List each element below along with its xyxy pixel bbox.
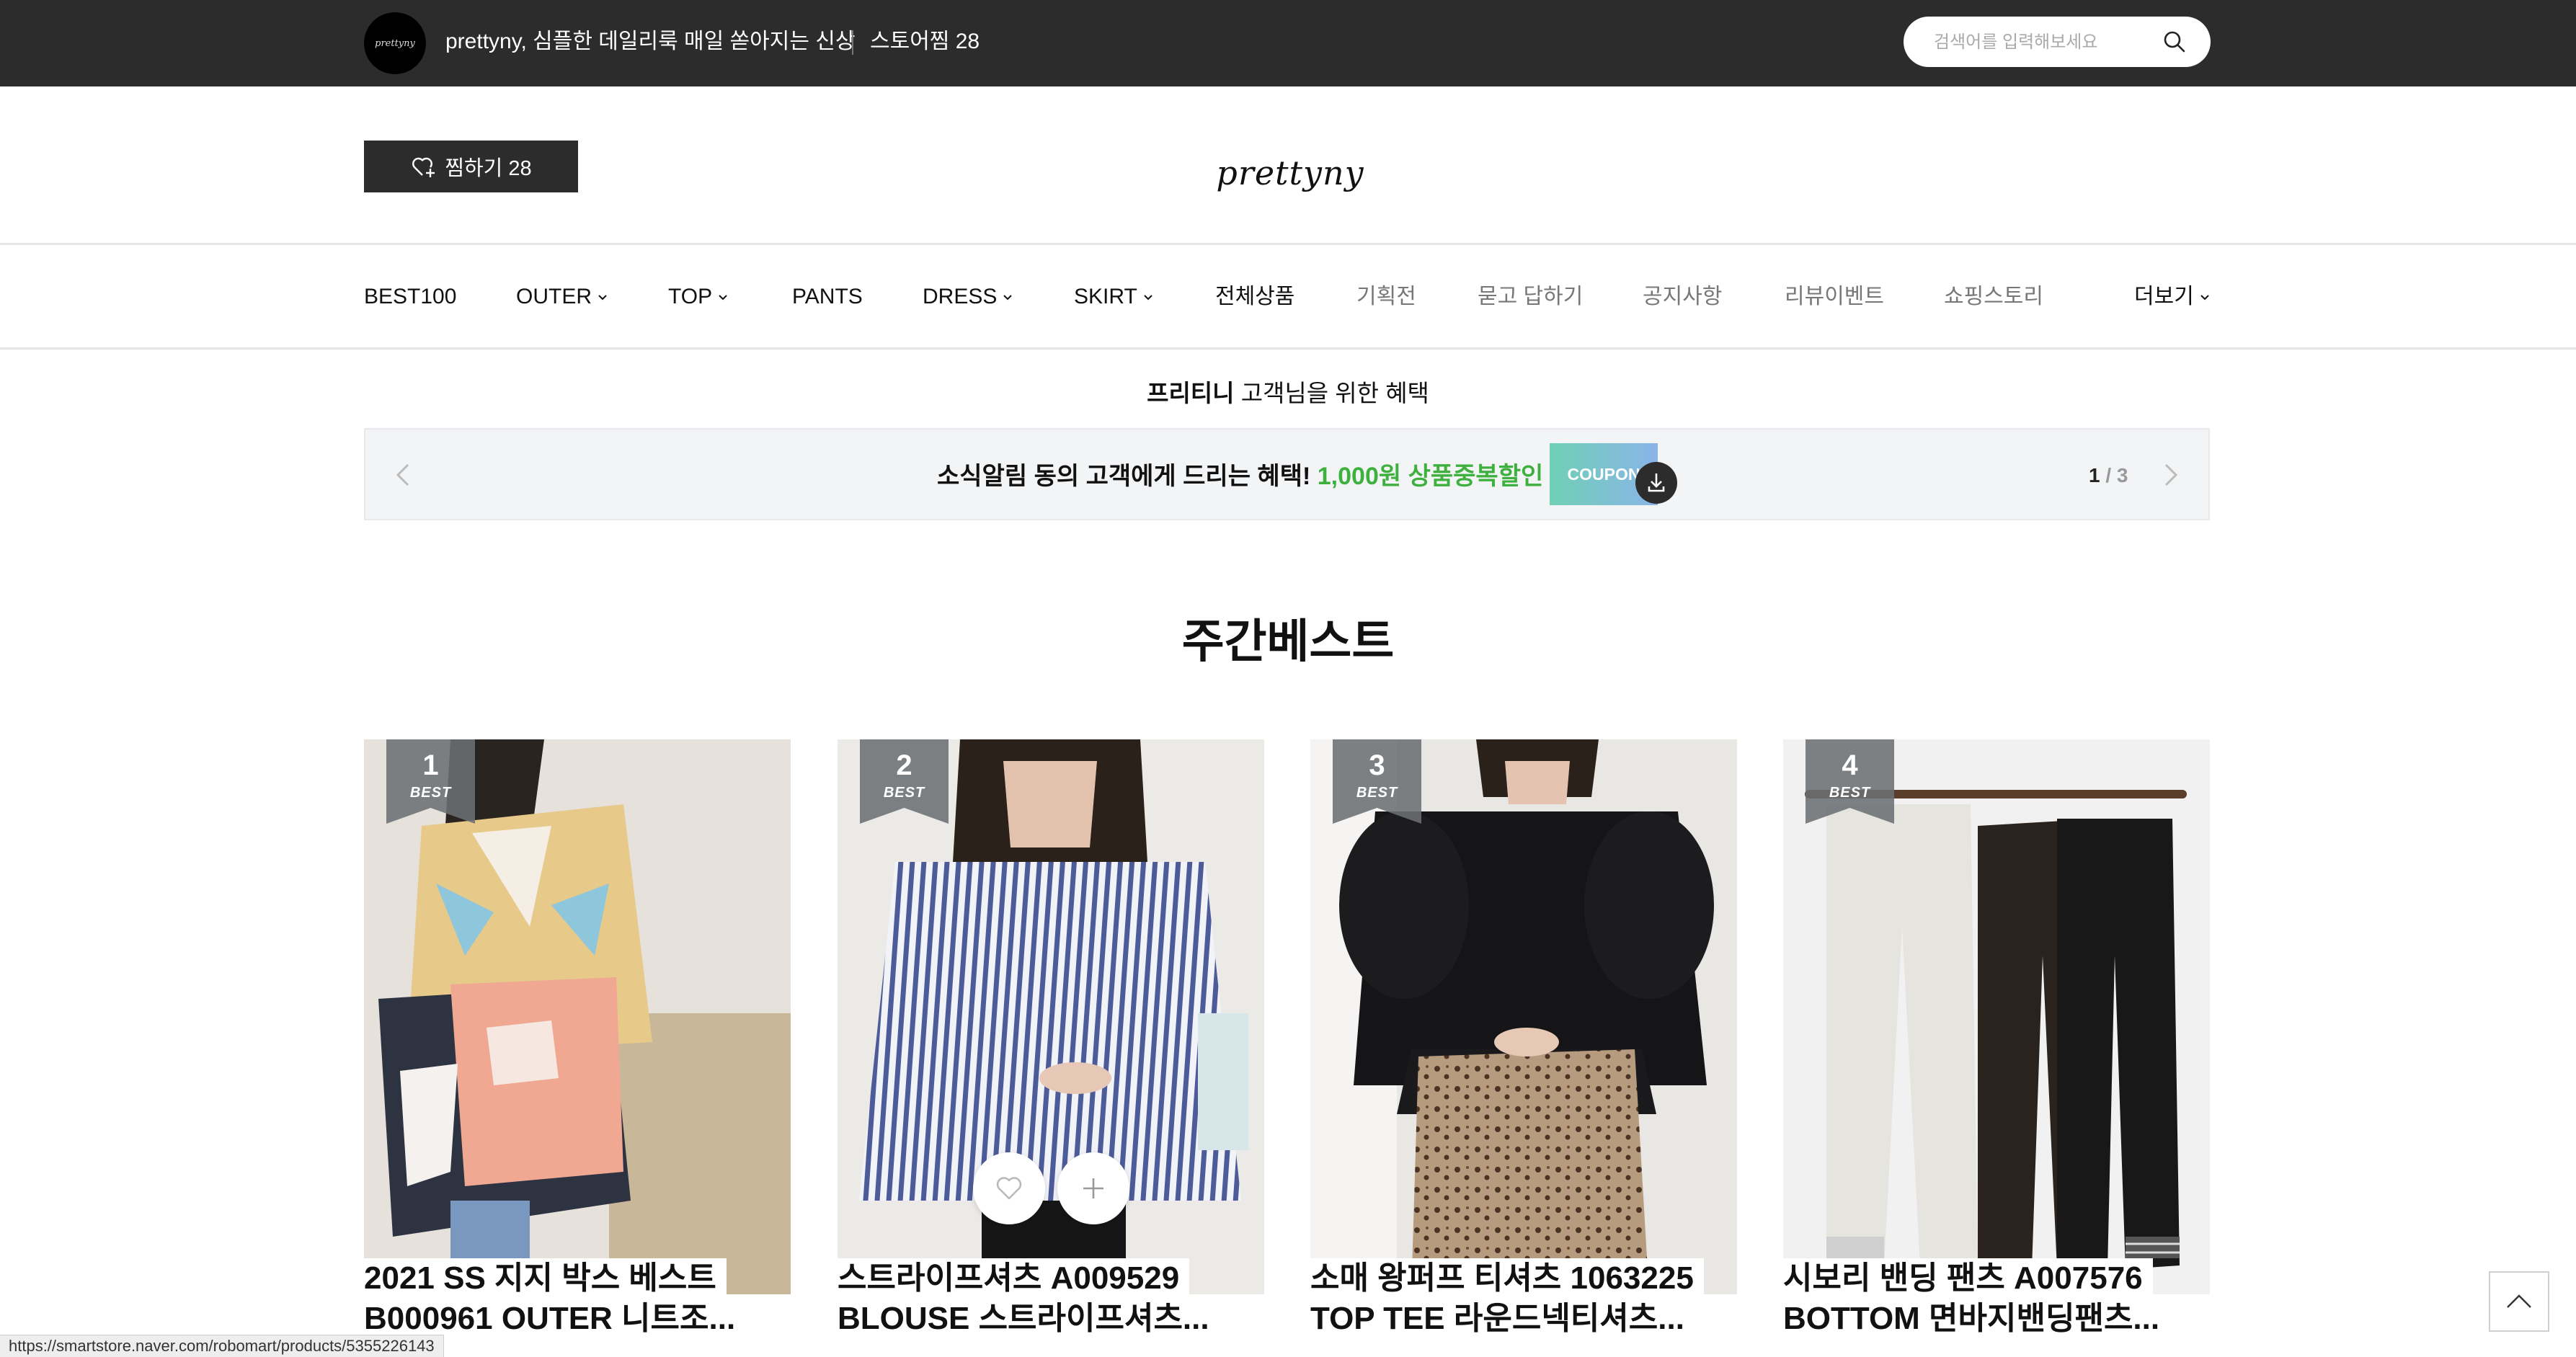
nav-item-notice[interactable]: 공지사항 [1643, 281, 1722, 313]
banner-pager: 1 / 3 [2089, 464, 2128, 486]
nav-item-best100[interactable]: BEST100 [364, 281, 456, 313]
chevron-down-icon [1144, 295, 1152, 301]
search-input[interactable] [1932, 27, 2159, 58]
chevron-down-icon [598, 295, 607, 301]
top-bar: prettyny prettyny, 심플한 데일리룩 매일 쏟아지는 신상 스… [0, 0, 2576, 86]
product-name[interactable]: 2021 SS 지지 박스 베스트 B000961 OUTER 니트조... [364, 1258, 818, 1339]
nav-item-top[interactable]: TOP [668, 281, 728, 313]
heart-plus-icon [412, 157, 435, 177]
nav-item-qna[interactable]: 묻고 답하기 [1478, 281, 1583, 313]
chevron-down-icon [719, 295, 727, 301]
nav-item-shopping-story[interactable]: 쇼핑스토리 [1944, 281, 2043, 313]
benefit-banner: 소식알림 동의 고객에게 드리는 혜택! 1,000원 상품중복할인 COUPO… [364, 428, 2210, 520]
nav-item-dress[interactable]: DRESS [923, 281, 1013, 313]
status-bar-url: https://smartstore.naver.com/robomart/pr… [0, 1335, 444, 1357]
nav-item-all-products[interactable]: 전체상품 [1215, 281, 1294, 313]
divider [0, 347, 2576, 350]
scroll-to-top-button[interactable] [2489, 1271, 2549, 1332]
zzim-label: 찜하기 28 [445, 157, 532, 180]
divider [852, 30, 853, 55]
section-title-weekly-best: 주간베스트 [1181, 615, 1395, 667]
banner-text: 소식알림 동의 고객에게 드리는 혜택! 1,000원 상품중복할인 [937, 463, 1544, 490]
rank-badge: 4 BEST [1806, 739, 1894, 824]
chevron-down-icon [2200, 295, 2209, 301]
product-card[interactable]: 2 BEST [838, 739, 1264, 1294]
search-icon[interactable] [2162, 29, 2188, 55]
chevron-left-icon[interactable] [387, 458, 420, 491]
add-to-cart-button[interactable] [1057, 1152, 1129, 1224]
nav-item-pants[interactable]: PANTS [792, 281, 863, 313]
product-name[interactable]: 소매 왕퍼프 티셔츠 1063225 TOP TEE 라운드넥티셔츠... [1310, 1258, 1764, 1339]
rank-badge: 3 BEST [1333, 739, 1421, 824]
rank-badge: 2 BEST [860, 739, 949, 824]
product-name[interactable]: 시보리 밴딩 팬츠 A007576 BOTTOM 면바지밴딩팬츠... [1783, 1258, 2237, 1339]
nav-item-outer[interactable]: OUTER [516, 281, 608, 313]
product-card[interactable]: 3 BEST [1310, 739, 1737, 1294]
zzim-button[interactable]: 찜하기 28 [364, 141, 578, 192]
brand-logo[interactable]: prettyny [1216, 144, 1363, 202]
benefit-title: 프리티니 고객님을 위한 혜택 [1147, 380, 1429, 406]
nav-more[interactable]: 더보기 [2134, 281, 2210, 313]
download-icon[interactable] [1635, 462, 1677, 504]
store-logo[interactable]: prettyny [364, 12, 426, 74]
plus-icon [1083, 1178, 1103, 1198]
product-card[interactable]: 4 BEST [1783, 739, 2210, 1294]
chevron-right-icon[interactable] [2154, 458, 2187, 491]
product-name[interactable]: 스트라이프셔츠 A009529 BLOUSE 스트라이프셔츠... [838, 1258, 1292, 1339]
store-zzim-count[interactable]: 스토어찜 28 [870, 26, 980, 58]
divider [0, 243, 2576, 245]
chevron-down-icon [1003, 295, 1013, 301]
nav-item-skirt[interactable]: SKIRT [1074, 281, 1153, 313]
product-card[interactable]: 1 BEST [364, 739, 791, 1294]
wishlist-button[interactable] [973, 1152, 1045, 1224]
heart-icon [996, 1177, 1022, 1200]
banner-highlight: 1,000원 상품중복할인 [1317, 463, 1544, 490]
nav-item-review-event[interactable]: 리뷰이벤트 [1785, 281, 1884, 313]
chevron-up-icon [2507, 1294, 2531, 1308]
nav-item-exhibition[interactable]: 기획전 [1356, 281, 1416, 313]
rank-badge: 1 BEST [386, 739, 475, 824]
search-box[interactable] [1904, 17, 2211, 67]
store-title[interactable]: prettyny, 심플한 데일리룩 매일 쏟아지는 신상 [445, 26, 856, 58]
